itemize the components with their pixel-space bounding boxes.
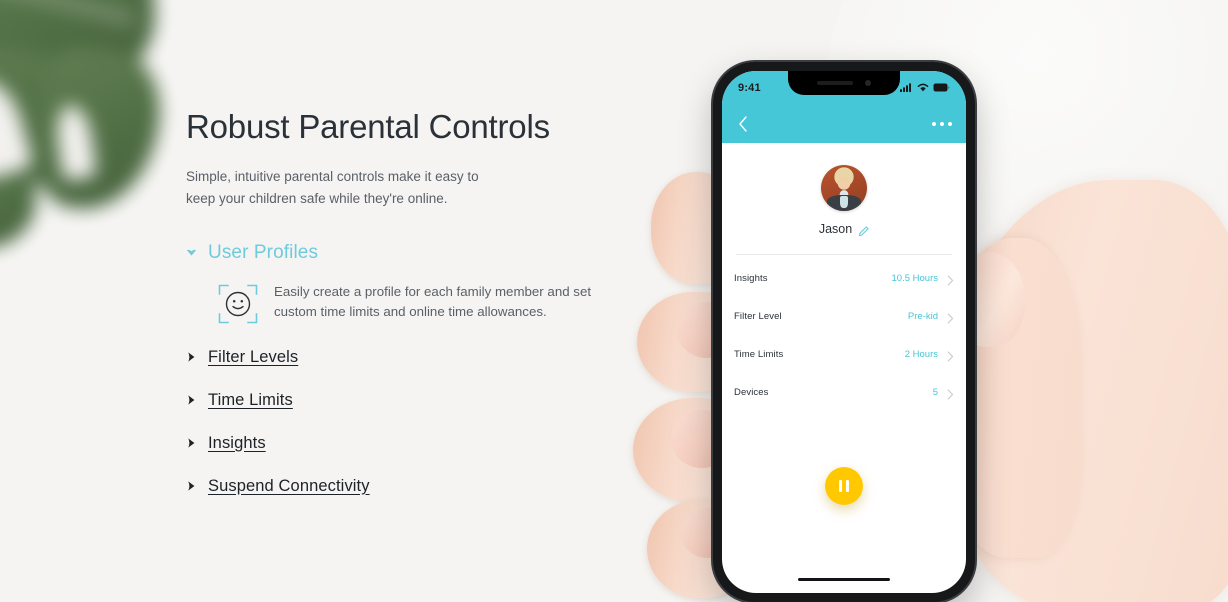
status-time: 9:41 — [738, 82, 761, 94]
phone-screen: 9:41 Jason Insights 10.5 Hours Filter Le… — [722, 71, 966, 593]
chevron-right-icon — [947, 387, 954, 400]
status-bar: 9:41 — [722, 71, 966, 105]
settings-list: Insights 10.5 Hours Filter Level Pre-kid… — [722, 254, 966, 411]
list-item-label: Devices — [734, 386, 769, 398]
wifi-icon — [917, 79, 929, 97]
list-item-value: Pre-kid — [907, 310, 938, 322]
pencil-edit-icon[interactable] — [858, 224, 869, 236]
app-bar — [722, 105, 966, 143]
accordion-item-time-limits: Time Limits — [186, 391, 616, 410]
list-item-right: Pre-kid — [907, 310, 954, 324]
chevron-right-icon — [947, 273, 954, 286]
accordion-title: Filter Levels — [208, 347, 299, 366]
list-item-value: 5 — [932, 386, 938, 398]
chevron-down-icon — [186, 247, 197, 259]
accordion-item-user-profiles: User Profiles Easily create a profile fo… — [186, 242, 616, 324]
pause-button[interactable] — [825, 467, 863, 505]
back-chevron-icon[interactable] — [736, 115, 750, 133]
chevron-right-icon — [947, 349, 954, 362]
chevron-right-icon — [186, 351, 197, 363]
user-avatar-photo[interactable] — [821, 165, 867, 211]
list-item-time-limits[interactable]: Time Limits 2 Hours — [734, 335, 954, 373]
list-item-devices[interactable]: Devices 5 — [734, 373, 954, 411]
battery-full-icon — [933, 79, 950, 97]
profile-name: Jason — [818, 222, 853, 236]
list-item-right: 10.5 Hours — [891, 272, 954, 286]
feature-accordion: User Profiles Easily create a profile fo… — [186, 242, 616, 496]
accordion-header-suspend-connectivity[interactable]: Suspend Connectivity — [186, 477, 616, 496]
list-item-label: Insights — [734, 272, 768, 284]
accordion-title: User Profiles — [208, 241, 319, 263]
page-root: Robust Parental Controls Simple, intuiti… — [0, 0, 1228, 602]
front-camera-icon — [865, 80, 871, 86]
status-icons — [900, 79, 950, 97]
chevron-right-icon — [186, 480, 197, 492]
accordion-body-text: Easily create a profile for each family … — [274, 282, 604, 323]
accordion-title: Time Limits — [208, 390, 293, 409]
chevron-right-icon — [947, 311, 954, 324]
list-item-label: Time Limits — [734, 348, 784, 360]
phone-mockup: 9:41 Jason Insights 10.5 Hours Filter Le… — [713, 62, 975, 602]
accordion-header-user-profiles[interactable]: User Profiles — [186, 242, 616, 264]
page-title: Robust Parental Controls — [186, 108, 550, 145]
list-item-value: 2 Hours — [904, 348, 938, 360]
profile-header: Jason — [722, 143, 966, 254]
fab-container — [722, 467, 966, 505]
accordion-item-filter-levels: Filter Levels — [186, 348, 616, 367]
device-showcase: 9:41 Jason Insights 10.5 Hours Filter Le… — [615, 0, 1228, 602]
phone-notch — [788, 71, 900, 95]
list-item-right: 2 Hours — [904, 348, 954, 362]
accordion-body-line-2: custom time limits and online time allow… — [274, 304, 547, 320]
accordion-body-user-profiles: Easily create a profile for each family … — [218, 282, 616, 324]
list-item-insights[interactable]: Insights 10.5 Hours — [734, 259, 954, 297]
accordion-title: Insights — [208, 433, 266, 452]
list-divider — [736, 254, 952, 255]
hero-subcopy-line-1: Simple, intuitive parental controls make… — [186, 168, 479, 184]
list-item-right: 5 — [932, 386, 954, 400]
list-item-filter-level[interactable]: Filter Level Pre-kid — [734, 297, 954, 335]
accordion-header-time-limits[interactable]: Time Limits — [186, 391, 616, 410]
accordion-header-insights[interactable]: Insights — [186, 434, 616, 453]
chevron-right-icon — [186, 437, 197, 449]
accordion-item-suspend-connectivity: Suspend Connectivity — [186, 477, 616, 496]
accordion-header-filter-levels[interactable]: Filter Levels — [186, 348, 616, 367]
profile-name-row[interactable]: Jason — [819, 222, 869, 236]
list-item-label: Filter Level — [734, 310, 782, 322]
smiley-face-scan-icon — [218, 284, 258, 324]
accordion-item-insights: Insights — [186, 434, 616, 453]
hero-subcopy: Simple, intuitive parental controls make… — [186, 166, 616, 210]
hero-content: Robust Parental Controls Simple, intuiti… — [186, 108, 616, 496]
hero-subcopy-line-2: keep your children safe while they're on… — [186, 190, 448, 206]
cellular-signal-icon — [900, 79, 913, 97]
earpiece-speaker — [817, 81, 853, 85]
chevron-right-icon — [186, 394, 197, 406]
accordion-body-line-1: Easily create a profile for each family … — [274, 283, 592, 299]
accordion-title: Suspend Connectivity — [208, 476, 370, 495]
home-indicator-bar[interactable] — [798, 577, 890, 581]
pause-icon — [838, 480, 843, 492]
more-options-icon[interactable] — [932, 122, 952, 126]
list-item-value: 10.5 Hours — [891, 272, 938, 284]
